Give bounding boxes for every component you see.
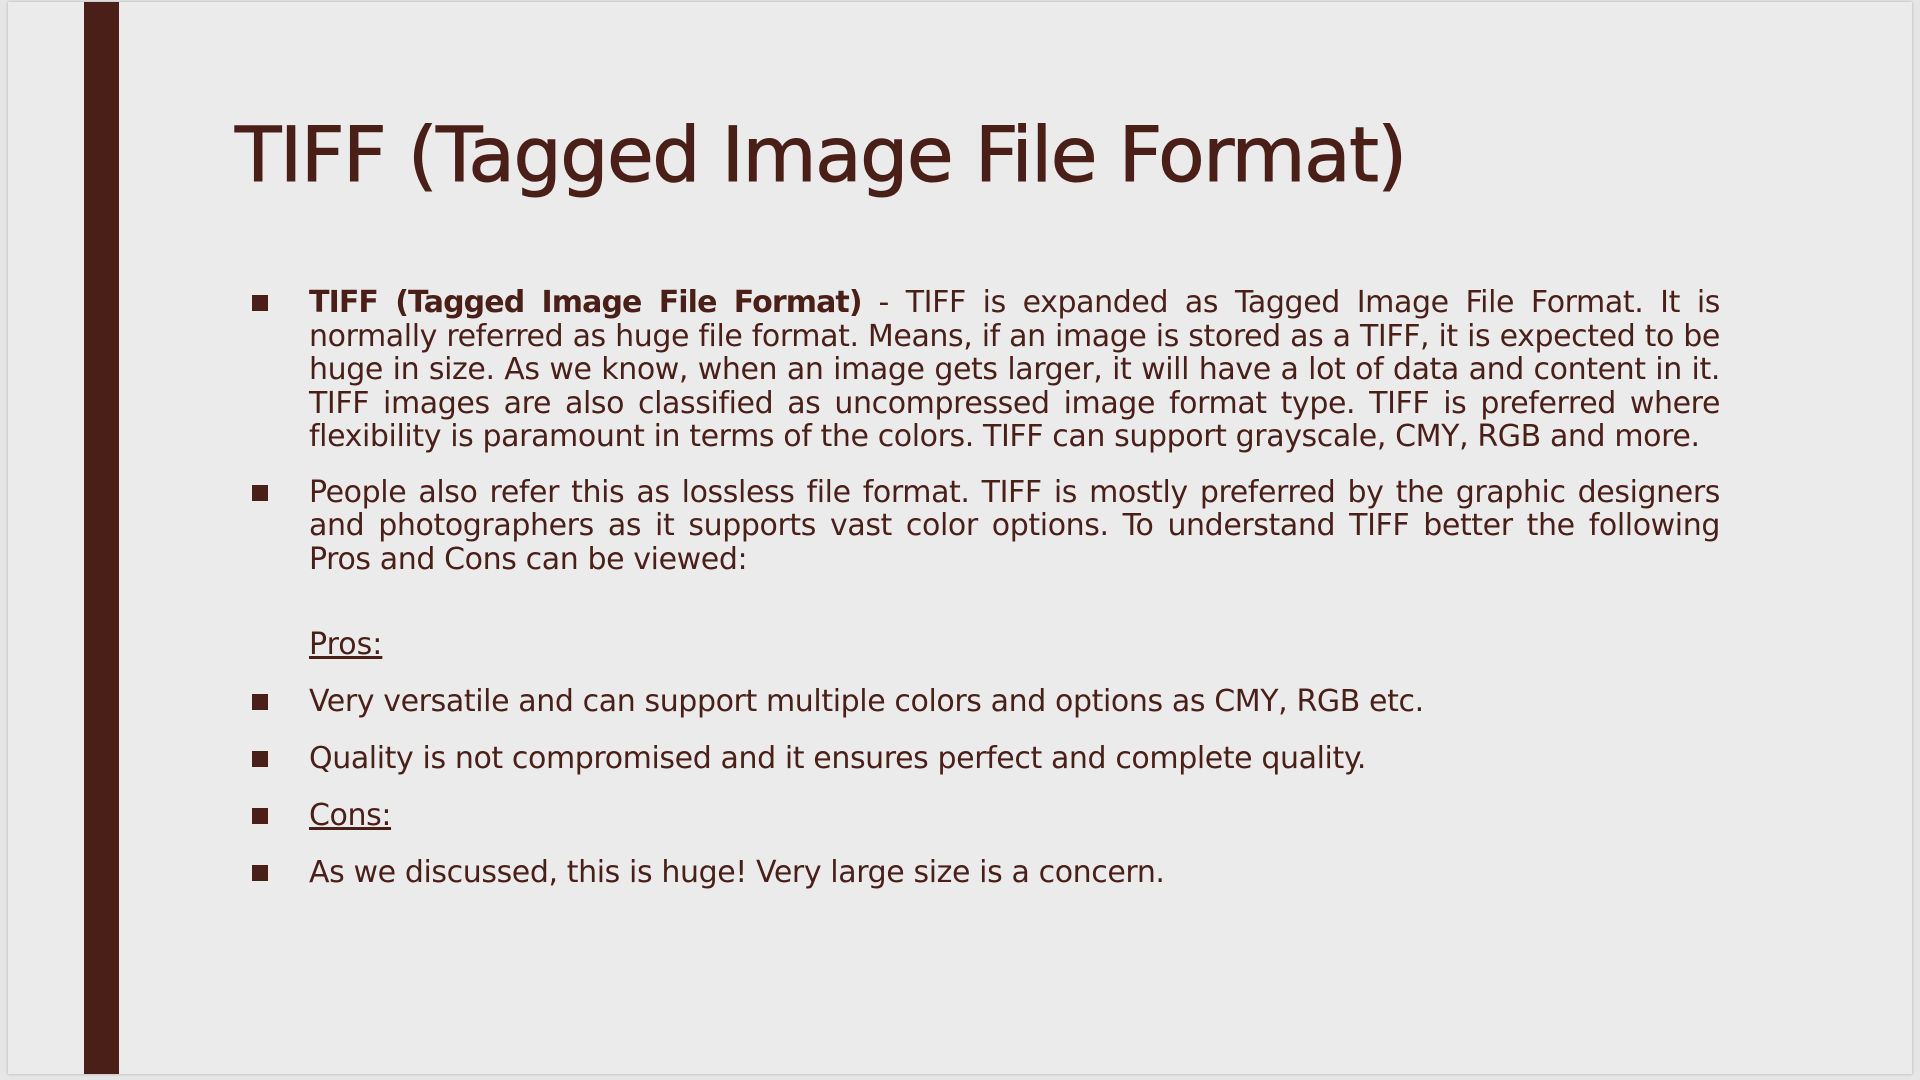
square-bullet-icon xyxy=(252,865,268,881)
pros-item-text: Quality is not compromised and it ensure… xyxy=(309,741,1367,776)
cons-heading-item: Cons: xyxy=(244,799,1720,833)
bullet-lead-text: TIFF (Tagged Image File Format) xyxy=(309,285,863,320)
slide-title: TIFF (Tagged Image File Format) xyxy=(235,110,1408,200)
bullet-item-tiff-definition: TIFF (Tagged Image File Format) - TIFF i… xyxy=(244,286,1720,454)
accent-bar xyxy=(84,2,119,1074)
square-bullet-icon xyxy=(252,694,268,710)
cons-heading: Cons: xyxy=(309,798,392,833)
square-bullet-icon xyxy=(252,295,268,311)
bullet-item-lossless: People also refer this as lossless file … xyxy=(244,474,1720,577)
pros-item-text: Very versatile and can support multiple … xyxy=(309,684,1424,719)
pros-item: Very versatile and can support multiple … xyxy=(244,685,1720,719)
pros-item: Quality is not compromised and it ensure… xyxy=(244,742,1720,776)
square-bullet-icon xyxy=(252,808,268,824)
bullet-paragraph: TIFF (Tagged Image File Format) - TIFF i… xyxy=(309,286,1720,454)
cons-item-text: As we discussed, this is huge! Very larg… xyxy=(309,855,1165,890)
square-bullet-icon xyxy=(252,751,268,767)
slide: TIFF (Tagged Image File Format) TIFF (Ta… xyxy=(8,2,1912,1074)
pros-heading: Pros: xyxy=(309,627,383,662)
bullet-paragraph: People also refer this as lossless file … xyxy=(309,474,1720,577)
slide-content: TIFF (Tagged Image File Format) - TIFF i… xyxy=(244,278,1720,890)
square-bullet-icon xyxy=(252,484,268,501)
cons-item: As we discussed, this is huge! Very larg… xyxy=(244,856,1720,890)
